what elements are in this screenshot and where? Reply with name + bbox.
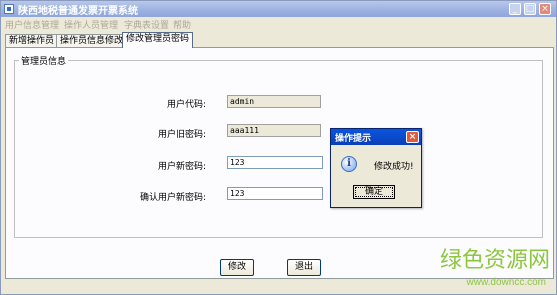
group-title: 管理员信息 [19,54,69,67]
menu-dictionary[interactable]: 字典表设置 [124,18,169,31]
old-password-label: 用户旧密码: [157,130,206,140]
modify-button[interactable]: 修改 [220,259,254,276]
dialog-close-icon[interactable]: × [406,131,419,143]
app-icon [4,4,14,14]
menu-user-info[interactable]: 用户信息管理 [5,18,59,31]
maximize-icon[interactable]: □ [524,3,536,15]
dialog-title-bar[interactable]: 操作提示 × [331,129,421,145]
dialog-ok-button[interactable]: 确定 [353,185,395,199]
new-password-label: 用户新密码: [157,162,206,172]
new-password-field[interactable]: 123 [227,156,323,169]
menu-help[interactable]: 帮助 [173,18,191,31]
watermark-logo: 绿色资源网 [439,248,550,273]
main-window: 陕西地税普通发票开票系统 _ □ × 用户信息管理 操作人员管理 字典表设置 帮… [0,0,557,295]
tab-change-admin-password[interactable]: 修改管理员密码 [122,32,194,48]
close-icon[interactable]: × [539,3,551,15]
tab-edit-operator[interactable]: 操作员信息修改 [56,34,128,48]
confirm-password-field[interactable]: 123 [227,187,323,200]
tab-add-operator[interactable]: 新增操作员 [5,34,59,48]
exit-button[interactable]: 退出 [287,259,321,276]
info-dialog: 操作提示 × i 修改成功! 确定 [330,128,422,208]
user-code-field[interactable]: admin [227,95,321,108]
confirm-password-label: 确认用户新密码: [139,193,206,203]
minimize-icon[interactable]: _ [509,3,521,15]
menu-operator-mgmt[interactable]: 操作人员管理 [64,18,118,31]
menu-bar: 用户信息管理 操作人员管理 字典表设置 帮助 [1,17,556,31]
dialog-title: 操作提示 [335,134,372,144]
window-title: 陕西地税普通发票开票系统 [18,6,138,17]
user-code-label: 用户代码: [166,100,206,110]
old-password-field[interactable]: aaa111 [227,124,321,137]
dialog-message: 修改成功! [374,162,414,172]
watermark-url: www.downcc.com [466,277,546,288]
title-bar[interactable]: 陕西地税普通发票开票系统 _ □ × [1,1,556,17]
info-icon: i [341,156,357,172]
admin-info-group [14,60,543,238]
